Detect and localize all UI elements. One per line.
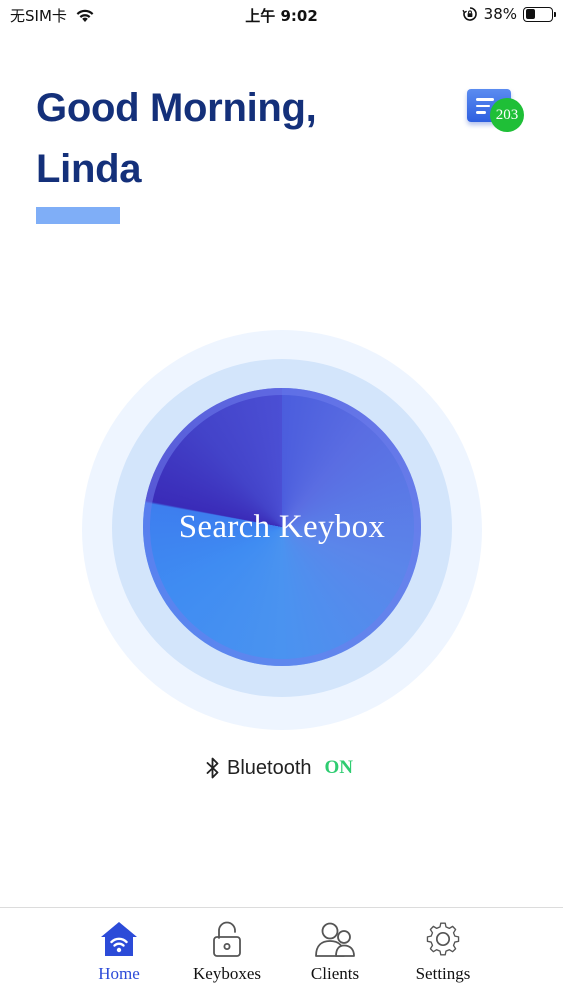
- gear-icon: [426, 922, 460, 956]
- battery-level: [525, 9, 535, 19]
- greeting-underline: [36, 207, 120, 224]
- tab-settings[interactable]: Settings: [393, 920, 493, 984]
- greeting: Good Morning, Linda: [36, 78, 436, 200]
- status-right: 38%: [462, 5, 556, 23]
- users-icon: [315, 922, 355, 957]
- orientation-lock-icon: [462, 7, 477, 21]
- tab-clients[interactable]: Clients: [285, 920, 385, 984]
- battery-percent: 38%: [483, 5, 517, 23]
- bottom-tab-bar: Home Keyboxes Clients Settings: [0, 907, 563, 1000]
- greeting-line1: Good Morning,: [36, 86, 317, 130]
- bluetooth-label: Bluetooth: [227, 756, 312, 779]
- tab-keyboxes[interactable]: Keyboxes: [177, 920, 277, 984]
- greeting-name: Linda: [36, 147, 142, 191]
- tab-clients-label: Clients: [310, 964, 360, 983]
- bluetooth-on-status: ON: [324, 757, 354, 778]
- bluetooth-status: Bluetooth ON: [205, 756, 353, 780]
- padlock-icon: [213, 921, 241, 957]
- tab-home-label: Home: [98, 964, 140, 983]
- search-keybox-button[interactable]: Search Keybox: [143, 388, 421, 666]
- messages-count-badge[interactable]: 203: [490, 98, 524, 132]
- tab-home[interactable]: Home: [69, 920, 169, 984]
- tab-settings-label: Settings: [415, 964, 471, 983]
- search-keybox-label: Search Keybox: [178, 508, 386, 545]
- home-wifi-icon: [101, 922, 137, 956]
- status-bar: 无SIM卡 上午 9:02 38%: [0, 0, 563, 30]
- bluetooth-icon: [206, 757, 219, 779]
- battery-icon: [523, 6, 556, 22]
- tab-keyboxes-label: Keyboxes: [193, 964, 261, 983]
